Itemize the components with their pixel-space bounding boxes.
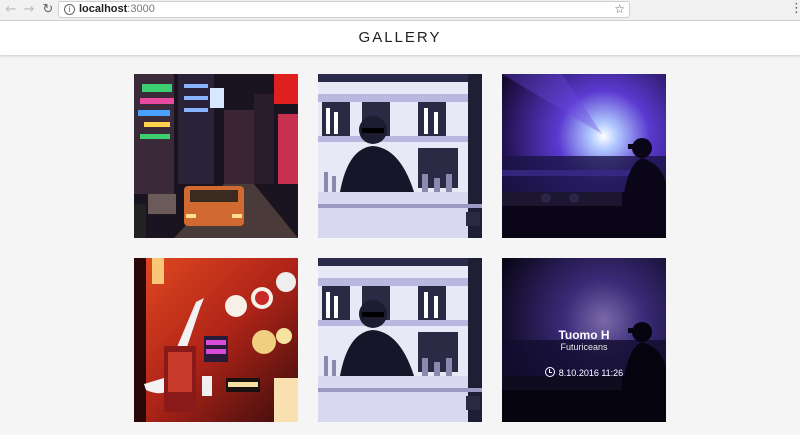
kebab-menu-icon[interactable]: ⋮ bbox=[790, 2, 800, 16]
forward-arrow-icon[interactable]: → bbox=[21, 2, 37, 18]
bartender-photo bbox=[318, 74, 482, 238]
gallery-tile-bartender-1[interactable] bbox=[318, 74, 482, 238]
photo-timestamp: 8.10.2016 11:26 bbox=[502, 367, 666, 378]
browser-toolbar: ← → ↻ i localhost:3000 ☆ ⋮ bbox=[0, 0, 800, 21]
clock-icon bbox=[544, 367, 555, 377]
info-icon[interactable]: i bbox=[64, 4, 75, 15]
gallery-grid: Tuomo H Futuriceans 8.10.2016 11:26 bbox=[134, 74, 666, 422]
concert-photo bbox=[502, 74, 666, 238]
back-arrow-icon[interactable]: ← bbox=[3, 2, 19, 18]
gallery-tile-city-night[interactable] bbox=[134, 74, 298, 238]
address-bar[interactable]: i localhost:3000 ☆ bbox=[58, 1, 630, 18]
author-group: Futuriceans bbox=[560, 342, 608, 352]
city-night-photo bbox=[134, 74, 298, 238]
gallery-tile-concert-1[interactable] bbox=[502, 74, 666, 238]
reload-icon[interactable]: ↻ bbox=[40, 2, 56, 18]
url-port: :3000 bbox=[127, 3, 155, 15]
gallery-tile-neon-signs[interactable] bbox=[134, 258, 298, 422]
gallery-tile-bartender-2[interactable] bbox=[318, 258, 482, 422]
photo-date-text: 8.10.2016 11:26 bbox=[558, 368, 624, 378]
author-name: Tuomo H bbox=[558, 328, 610, 342]
address-bar-url[interactable]: localhost:3000 bbox=[79, 3, 155, 16]
page-header: GALLERY bbox=[0, 21, 800, 55]
gallery-tile-concert-hovered[interactable]: Tuomo H Futuriceans 8.10.2016 11:26 bbox=[502, 258, 666, 422]
star-icon[interactable]: ☆ bbox=[614, 2, 625, 17]
neon-signs-photo bbox=[134, 258, 298, 422]
page-title: GALLERY bbox=[358, 29, 442, 46]
bartender-photo bbox=[318, 258, 482, 422]
url-host: localhost bbox=[79, 3, 128, 15]
tile-hover-overlay: Tuomo H Futuriceans 8.10.2016 11:26 bbox=[502, 258, 666, 422]
